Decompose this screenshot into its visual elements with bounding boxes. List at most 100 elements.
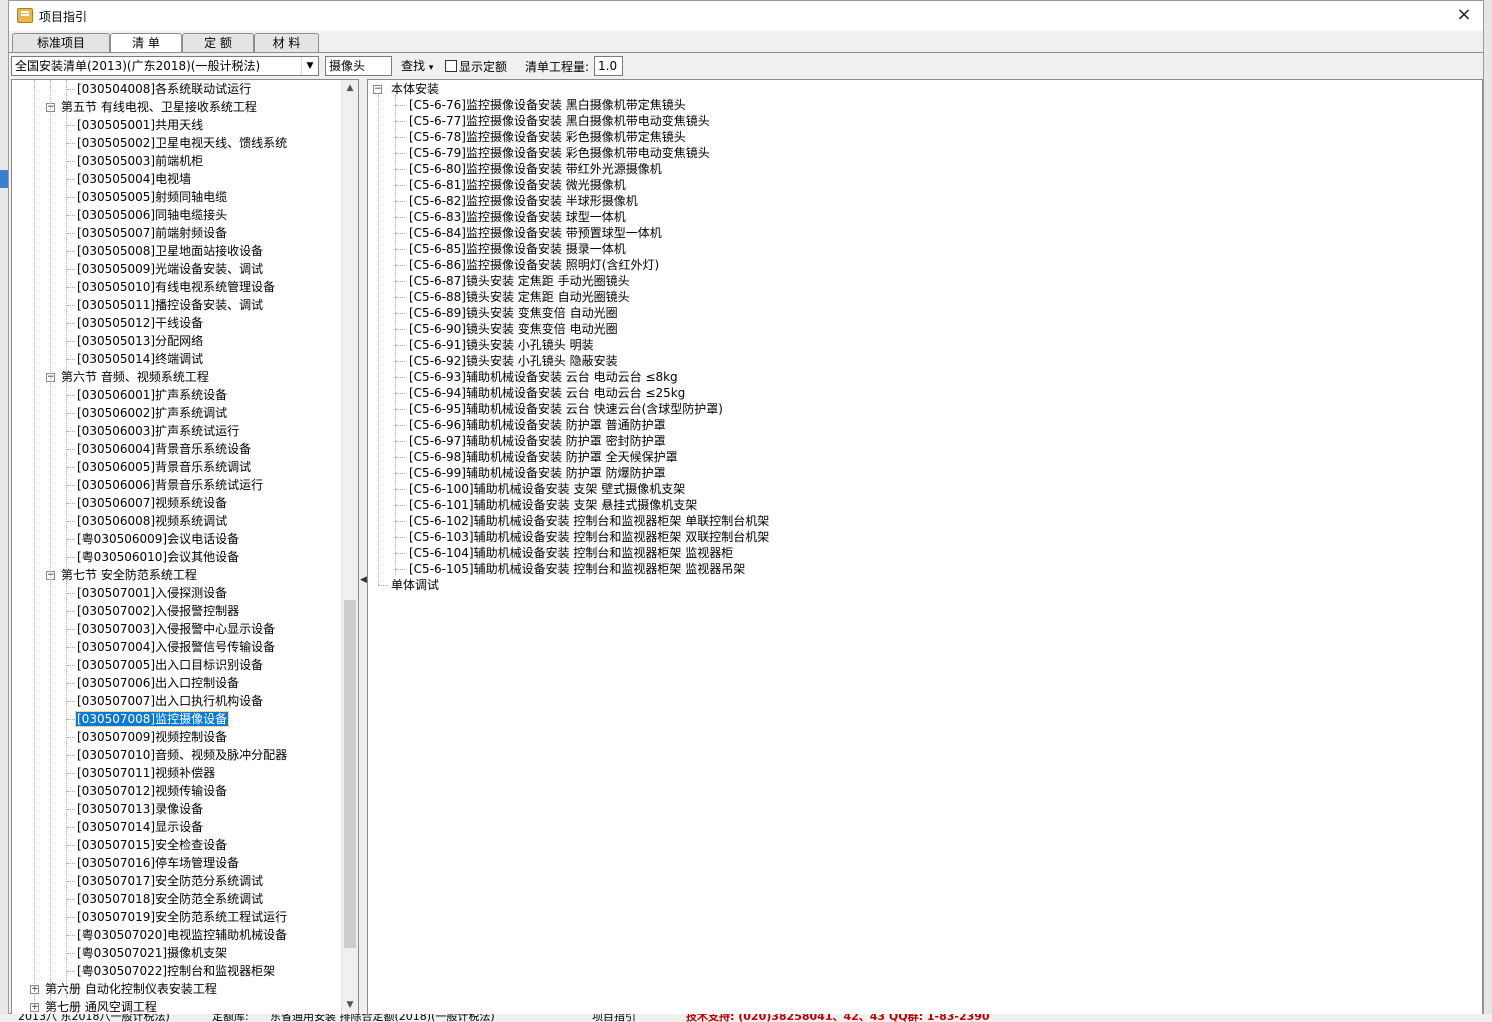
tree-item-label: [C5-6-81]监控摄像设备安装 微光摄像机 [409,178,626,192]
tree-item-label: [030505013]分配网络 [77,334,204,348]
tree-item[interactable]: [030506006]背景音乐系统试运行 [76,476,264,494]
tree-connector [67,233,75,234]
tree-item[interactable]: [030505011]播控设备安装、调试 [76,296,264,314]
tree-item[interactable]: [粤030507020]电视监控辅助机械设备 [76,926,288,944]
tree-item[interactable]: [030507019]安全防范系统工程试运行 [76,908,288,926]
find-button[interactable]: 查找 ▾ [401,57,433,74]
close-icon[interactable]: × [1451,4,1477,26]
tree-item[interactable]: [030507018]安全防范全系统调试 [76,890,264,908]
tree-connector [395,249,405,250]
tree-item[interactable]: [030506003]扩声系统试运行 [76,422,240,440]
tree-item[interactable]: [030506002]扩声系统调试 [76,404,228,422]
tree-item[interactable]: [030505001]共用天线 [76,116,204,134]
left-tree-scrollbar[interactable]: ▲ ▼ [341,80,358,1014]
tree-connector [395,457,405,458]
status-left-text: 2013八 东2018八一般计税法) [18,1014,170,1022]
tree-item[interactable]: [030507008]监控摄像设备 [74,710,230,728]
tree-item[interactable]: [030507012]视频传输设备 [76,782,228,800]
tree-item-label: [C5-6-85]监控摄像设备安装 摄录一体机 [409,242,626,256]
tree-connector [395,553,405,554]
tree-item[interactable]: [粤030506010]会议其他设备 [76,548,240,566]
status-support: 技术支持: (020)38258041、42、43 QQ群: 1-83-2390 [686,1014,990,1022]
tree-item[interactable]: [030507014]显示设备 [76,818,204,836]
tree-item[interactable]: [030505012]干线设备 [76,314,204,332]
tree-item[interactable]: [030504008]各系统联动试运行 [76,80,252,98]
tree-item[interactable]: [030507013]录像设备 [76,800,204,818]
tree-connector [67,899,75,900]
tree-connector [67,359,75,360]
splitter-grip[interactable]: ◀ [360,575,367,585]
tree-section[interactable]: 第六册 自动化控制仪表安装工程 [44,980,218,998]
tree-item-label: [030505009]光端设备安装、调试 [77,262,264,276]
tree-item[interactable]: [粤030507022]控制台和监视器柜架 [76,962,276,980]
tree-item[interactable]: [030507010]音频、视频及脉冲分配器 [76,746,288,764]
tree-item-label: [030507018]安全防范全系统调试 [77,892,264,906]
tree-item[interactable]: [粤030507021]摄像机支架 [76,944,228,962]
tree-item[interactable]: [030507003]入侵报警中心显示设备 [76,620,276,638]
tree-connector [67,287,75,288]
search-input[interactable]: 摄像头 [325,56,392,76]
tree-connector [67,701,75,702]
scroll-thumb[interactable] [344,600,356,948]
library-select[interactable]: 全国安装清单(2013)(广东2018)(一般计税法) ▼ [11,56,319,76]
tree-item[interactable]: [030507004]入侵报警信号传输设备 [76,638,276,656]
scroll-up-arrow[interactable]: ▲ [342,80,358,97]
tree-item-label: [C5-6-87]镜头安装 定焦距 手动光圈镜头 [409,274,630,288]
tree-item[interactable]: [030505002]卫星电视天线、馈线系统 [76,134,288,152]
tree-item[interactable]: [030506005]背景音乐系统调试 [76,458,252,476]
tree-connector [395,217,405,218]
tree-item-label: [C5-6-78]监控摄像设备安装 彩色摄像机带定焦镜头 [409,130,686,144]
tree-section[interactable]: 单体调试 [390,576,440,594]
tree-section[interactable]: 第五节 有线电视、卫星接收系统工程 [60,98,258,116]
tree-item[interactable]: [030507017]安全防范分系统调试 [76,872,264,890]
tree-item[interactable]: [粤030506009]会议电话设备 [76,530,240,548]
tree-item[interactable]: [030505003]前端机柜 [76,152,204,170]
tree-item[interactable]: [030507015]安全检查设备 [76,836,228,854]
tree-item[interactable]: [030507006]出入口控制设备 [76,674,240,692]
tree-item[interactable]: [030506007]视频系统设备 [76,494,228,512]
bill-quantity-input[interactable]: 1.0 [594,56,623,76]
tree-section[interactable]: 第七册 通风空调工程 [44,998,158,1014]
find-dropdown-icon[interactable]: ▾ [429,63,434,73]
tree-item[interactable]: [030505004]电视墙 [76,170,192,188]
tree-item-label: [C5-6-86]监控摄像设备安装 照明灯(含红外灯) [409,258,660,272]
chevron-down-icon[interactable]: ▼ [301,57,318,75]
tree-section[interactable]: 第七节 安全防范系统工程 [60,566,198,584]
tree-item[interactable]: [030507005]出入口目标识别设备 [76,656,264,674]
tree-item[interactable]: [030507016]停车场管理设备 [76,854,240,872]
tree-item[interactable]: [030506004]背景音乐系统设备 [76,440,252,458]
tree-item[interactable]: [030507009]视频控制设备 [76,728,228,746]
tree-connector [395,329,405,330]
tree-connector [395,569,405,570]
tree-item[interactable]: [030507007]出入口执行机构设备 [76,692,264,710]
tree-connector [395,153,405,154]
tree-item[interactable]: [030505010]有线电视系统管理设备 [76,278,276,296]
tree-connector [67,629,75,630]
tree-item[interactable]: [030507001]入侵探测设备 [76,584,228,602]
tree-item-label: [030507011]视频补偿器 [77,766,216,780]
tab-standard-project[interactable]: 标准项目 [12,33,110,52]
tree-item[interactable]: [030505013]分配网络 [76,332,204,350]
tree-item[interactable]: [030506001]扩声系统设备 [76,386,228,404]
show-quota-checkbox[interactable] [445,60,457,72]
tree-item-label: [030507004]入侵报警信号传输设备 [77,640,276,654]
tab-bill[interactable]: 清 单 [110,33,182,53]
tree-item[interactable]: [030507002]入侵报警控制器 [76,602,240,620]
tree-item[interactable]: [030506008]视频系统调试 [76,512,228,530]
tree-expander-icon[interactable]: − [373,85,382,94]
tree-item[interactable]: [030505006]同轴电缆接头 [76,206,228,224]
tree-item[interactable]: [030505005]射频同轴电缆 [76,188,228,206]
tree-section[interactable]: 第六节 音频、视频系统工程 [60,368,210,386]
tab-quota[interactable]: 定 额 [182,33,254,52]
tree-item[interactable]: [C5-6-105]辅助机械设备安装 控制台和监视器柜架 监视器吊架 [408,560,746,578]
tree-item[interactable]: [030505009]光端设备安装、调试 [76,260,264,278]
tree-item-label: [C5-6-77]监控摄像设备安装 黑白摄像机带电动变焦镜头 [409,114,710,128]
panel-splitter[interactable]: ◀ [359,79,367,1015]
tree-item[interactable]: [030505007]前端射频设备 [76,224,228,242]
tab-materials[interactable]: 材 料 [254,33,319,52]
tree-connector [67,143,75,144]
tree-item[interactable]: [030505008]卫星地面站接收设备 [76,242,264,260]
tree-item[interactable]: [030505014]终端调试 [76,350,204,368]
tree-item[interactable]: [030507011]视频补偿器 [76,764,216,782]
scroll-down-arrow[interactable]: ▼ [342,997,358,1014]
